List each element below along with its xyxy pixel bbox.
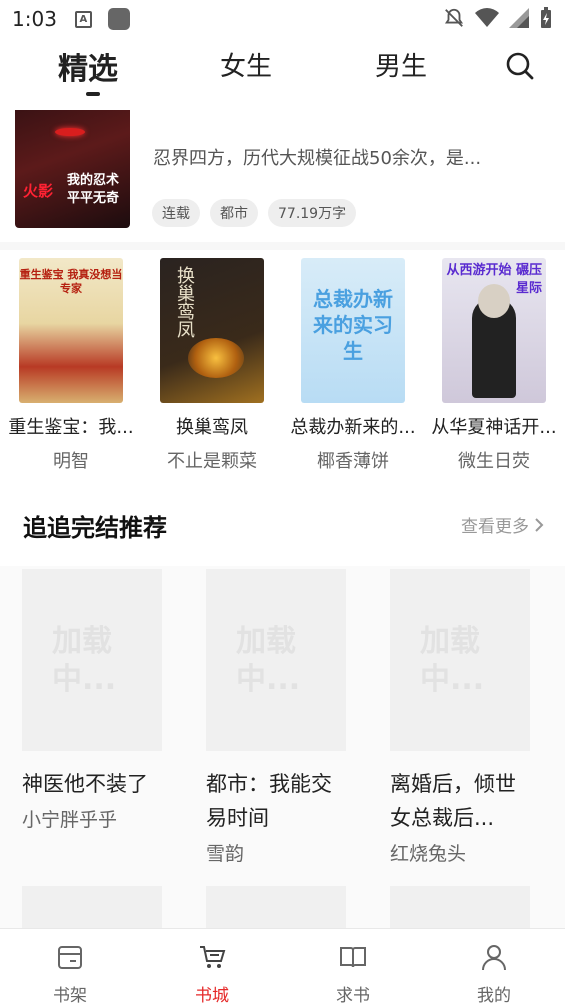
- app-notification-icon: [107, 8, 130, 30]
- grid-book-item[interactable]: 加载中... 离婚后，倾世女总裁后... 红烧兔头: [390, 569, 530, 866]
- nav-label: 书城: [195, 986, 229, 1004]
- bookshelf-icon: [58, 946, 82, 969]
- search-icon[interactable]: [504, 50, 536, 82]
- featured-book-card[interactable]: 火影 我的忍术平平无奇 忍界四方，历代大规模征战50余次，是... 连载 都市 …: [0, 110, 565, 242]
- status-time: 1:03: [12, 7, 57, 31]
- book-title: 重生鉴宝：我...: [8, 417, 134, 438]
- cover-text: 总裁办新来的实习生: [313, 287, 393, 363]
- grid-book-item[interactable]: 加载中... 都市：我能交易时间 雪韵: [206, 569, 346, 866]
- nav-label: 求书: [336, 986, 370, 1004]
- loading-cover[interactable]: 加载中...: [206, 569, 346, 751]
- nav-profile[interactable]: 我的: [454, 943, 534, 1004]
- bottom-nav: 书架 书城 求书 我的: [0, 928, 565, 1004]
- book-row: 重生鉴宝 我真没想当专家 重生鉴宝：我... 明智 换巢鸾凤 换巢鸾凤 不止是颗…: [0, 258, 565, 478]
- featured-book-cover[interactable]: 火影 我的忍术平平无奇: [15, 110, 130, 228]
- tab-male[interactable]: 男生: [375, 46, 427, 83]
- book-item[interactable]: 从西游开始 碾压星际 从华夏神话开... 微生日荧: [423, 258, 565, 473]
- chevron-right-icon: [535, 517, 544, 532]
- tag-status: 连载: [152, 199, 200, 227]
- section-header: 追追完结推荐 查看更多: [0, 494, 565, 550]
- grid-book-title: 神医他不装了: [22, 772, 148, 796]
- book-cover[interactable]: 总裁办新来的实习生: [301, 258, 405, 403]
- next-row-cover-placeholder: [22, 886, 162, 928]
- featured-book-description: 忍界四方，历代大规模征战50余次，是...: [153, 148, 482, 169]
- tag-genre: 都市: [210, 199, 258, 227]
- wifi-icon: [475, 8, 499, 27]
- book-item[interactable]: 总裁办新来的实习生 总裁办新来的... 椰香薄饼: [282, 258, 424, 473]
- grid-book-author: 小宁胖乎乎: [22, 809, 118, 831]
- top-category-tabs: 精选 女生 男生: [0, 38, 565, 100]
- person-icon: [482, 945, 506, 971]
- status-system-icons: [443, 7, 553, 29]
- book-title: 从华夏神话开...: [431, 417, 557, 438]
- bookstore-cart-icon: [200, 946, 226, 968]
- book-item[interactable]: 重生鉴宝 我真没想当专家 重生鉴宝：我... 明智: [0, 258, 142, 473]
- cover-text: 从西游开始 碾压星际: [446, 263, 542, 296]
- section-divider: [0, 242, 565, 250]
- book-author: 椰香薄饼: [317, 451, 389, 472]
- book-title: 换巢鸾凤: [176, 417, 248, 438]
- loading-cover[interactable]: 加载中...: [22, 569, 162, 751]
- section-title: 追追完结推荐: [23, 514, 167, 542]
- grid-book-author: 红烧兔头: [390, 843, 467, 865]
- book-item[interactable]: 换巢鸾凤 换巢鸾凤 不止是颗菜: [141, 258, 283, 473]
- grid-book-title: 离婚后，倾世女总裁后...: [390, 772, 516, 830]
- cover-text: 换巢鸾凤: [174, 266, 195, 338]
- grid-book-author: 雪韵: [206, 843, 245, 865]
- loading-text: 加载中...: [236, 624, 301, 697]
- book-author: 不止是颗菜: [167, 451, 257, 472]
- nav-bookshelf[interactable]: 书架: [30, 943, 110, 1004]
- a-notification-icon: A: [74, 10, 92, 28]
- see-more-label: 查看更多: [461, 517, 529, 537]
- grid-book-item[interactable]: 加载中... 神医他不装了 小宁胖乎乎: [22, 569, 162, 832]
- book-cover[interactable]: 换巢鸾凤: [160, 258, 264, 403]
- cover-text: 重生鉴宝 我真没想当专家: [19, 268, 123, 295]
- see-more-link[interactable]: 查看更多: [461, 512, 545, 537]
- nav-bookstore[interactable]: 书城: [172, 943, 252, 1004]
- loading-text: 加载中...: [420, 624, 485, 697]
- book-cover[interactable]: 从西游开始 碾压星际: [442, 258, 546, 403]
- mute-bell-icon: [444, 8, 464, 27]
- grid-book-title: 都市：我能交易时间: [206, 772, 332, 830]
- cover-title-text: 我的忍术平平无奇: [67, 173, 120, 206]
- status-bar: 1:03 A: [0, 0, 565, 38]
- loading-text: 加载中...: [52, 624, 117, 697]
- tab-female[interactable]: 女生: [220, 46, 272, 83]
- cover-eye-art: [55, 128, 85, 136]
- cover-glow-art: [188, 338, 244, 378]
- open-book-icon: [340, 947, 366, 968]
- book-author: 微生日荧: [458, 451, 530, 472]
- book-cover[interactable]: 重生鉴宝 我真没想当专家: [19, 258, 123, 403]
- book-title: 总裁办新来的...: [290, 417, 416, 438]
- tag-word-count: 77.19万字: [268, 199, 357, 227]
- next-row-cover-placeholder: [390, 886, 530, 928]
- cover-brand-text: 火影: [23, 182, 54, 200]
- battery-icon: [541, 7, 551, 28]
- status-notification-icons: A: [74, 8, 130, 30]
- tab-featured[interactable]: 精选: [58, 44, 118, 88]
- signal-icon: [509, 8, 529, 28]
- loading-cover[interactable]: 加载中...: [390, 569, 530, 751]
- nav-label: 我的: [477, 986, 511, 1004]
- next-row-cover-placeholder: [206, 886, 346, 928]
- nav-request-book[interactable]: 求书: [313, 943, 393, 1004]
- nav-label: 书架: [53, 986, 87, 1004]
- active-tab-indicator: [86, 92, 100, 96]
- featured-book-tags: 连载 都市 77.19万字: [152, 199, 357, 227]
- book-author: 明智: [53, 451, 89, 472]
